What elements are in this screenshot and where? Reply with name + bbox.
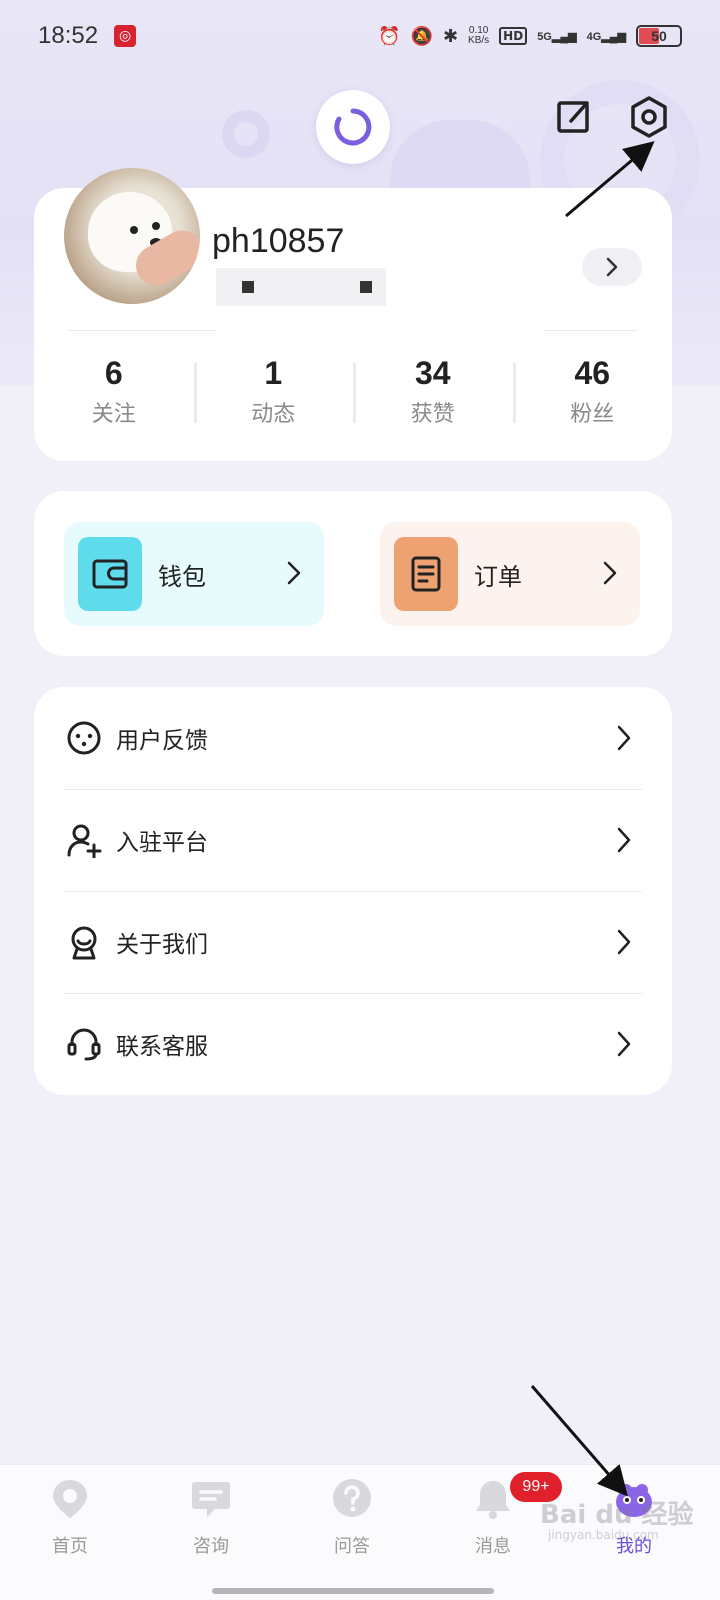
stat-label: 获赞 (410, 402, 455, 427)
menu-label: 联系客服 (116, 1034, 208, 1060)
edit-icon[interactable] (553, 95, 597, 139)
signal-5g: 5G▂▄▆ (537, 30, 577, 43)
stat-label: 粉丝 (570, 402, 615, 427)
about-icon (71, 926, 97, 960)
battery-indicator: 50 (636, 25, 682, 47)
chevron-right-icon (617, 827, 631, 853)
nav-label: 咨询 (193, 1536, 229, 1557)
stat-following[interactable]: 6 关注 (34, 355, 194, 435)
chevron-right-icon (606, 257, 618, 277)
chevron-right-icon (603, 561, 617, 585)
menu-label: 用户反馈 (116, 728, 208, 754)
nav-label: 消息 (475, 1536, 511, 1557)
hd-indicator: HD (499, 27, 528, 45)
stat-followers[interactable]: 46 粉丝 (512, 355, 673, 435)
stat-posts[interactable]: 1 动态 (193, 355, 354, 435)
menu-item-feedback[interactable]: 用户反馈 (64, 687, 642, 789)
mute-icon: 🔕 (410, 25, 433, 47)
home-indicator[interactable] (212, 1588, 494, 1594)
stat-likes[interactable]: 34 获赞 (353, 355, 513, 435)
menu-item-about-us[interactable]: 关于我们 (64, 891, 642, 993)
location-pin-icon (53, 1480, 87, 1518)
status-time: 18:52 (38, 22, 99, 49)
nav-consult[interactable]: 咨询 (171, 1478, 251, 1558)
add-user-icon (67, 824, 102, 858)
stat-label: 关注 (91, 402, 136, 427)
status-icons: ⏰ 🔕 ✱ 0.10 KB/s HD 5G▂▄▆ 4G▂▄▆ 50 (378, 25, 682, 47)
network-speed: 0.10 KB/s (468, 26, 489, 46)
watermark-url: jingyan.baidu.com (548, 1528, 659, 1542)
avatar-eye (130, 226, 138, 234)
chevron-right-icon (617, 929, 631, 955)
status-bar: 18:52 ◎ ⏰ 🔕 ✱ 0.10 KB/s HD 5G▂▄▆ 4G▂▄▆ 5… (0, 0, 720, 72)
headset-icon (67, 1028, 101, 1061)
signal-4g: 4G▂▄▆ (586, 30, 626, 43)
alarm-icon: ⏰ (378, 25, 401, 47)
nav-home[interactable]: 首页 (30, 1478, 110, 1558)
stat-value: 1 (264, 355, 283, 391)
spinner-icon (334, 108, 372, 146)
loading-spinner (316, 90, 390, 164)
user-id-redacted (216, 268, 386, 306)
avatar-eye (152, 222, 160, 230)
battery-level: 50 (651, 28, 667, 44)
background-decoration (222, 110, 270, 158)
nav-qa[interactable]: 问答 (312, 1478, 392, 1558)
orders-button[interactable]: 订单 (380, 522, 640, 626)
nav-label: 问答 (334, 1536, 370, 1557)
nav-label: 首页 (52, 1536, 88, 1557)
chevron-right-icon (287, 561, 301, 585)
bell-icon (476, 1481, 510, 1519)
sim1-label: 5G (537, 30, 552, 43)
profile-detail-button[interactable] (582, 248, 642, 286)
menu-item-customer-service[interactable]: 联系客服 (64, 993, 642, 1095)
chevron-right-icon (617, 725, 631, 751)
stat-value: 34 (414, 355, 451, 391)
menu-item-join-platform[interactable]: 入驻平台 (64, 789, 642, 891)
order-icon (394, 537, 458, 611)
stat-value: 46 (574, 355, 611, 391)
chat-icon (192, 1482, 230, 1517)
music-app-icon: ◎ (114, 25, 137, 47)
net-speed-unit: KB/s (468, 35, 490, 46)
profile-stats: 6 关注 1 动态 34 获赞 46 粉丝 (34, 355, 672, 435)
bluetooth-icon: ✱ (442, 25, 459, 47)
feedback-icon (67, 721, 101, 755)
menu-label: 入驻平台 (116, 830, 208, 856)
stat-value: 6 (104, 355, 123, 391)
avatar[interactable] (64, 168, 200, 304)
settings-icon[interactable] (627, 95, 671, 139)
sim2-label: 4G (586, 30, 602, 43)
wallet-icon (78, 537, 142, 611)
orders-label: 订单 (474, 562, 522, 591)
chevron-right-icon (617, 1031, 631, 1057)
question-icon (333, 1479, 371, 1517)
divider (544, 330, 638, 331)
watermark: Bai du 经验 (540, 1500, 694, 1530)
stat-label: 动态 (251, 402, 296, 427)
wallet-button[interactable]: 钱包 (64, 522, 324, 626)
username: ph10857 (212, 222, 345, 260)
divider (68, 330, 216, 331)
wallet-label: 钱包 (158, 562, 206, 591)
menu-label: 关于我们 (116, 932, 208, 958)
